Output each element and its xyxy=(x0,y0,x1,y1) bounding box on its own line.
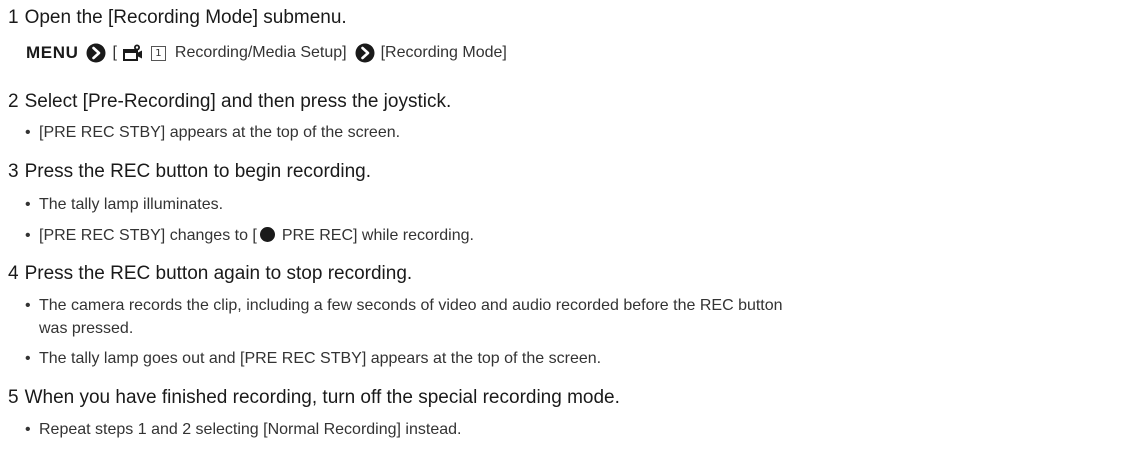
arrow-right-icon xyxy=(86,43,106,63)
bullet-glyph: • xyxy=(25,227,31,244)
bullet-glyph: • xyxy=(25,297,31,314)
bullet-glyph: • xyxy=(25,421,31,438)
arrow-right-icon xyxy=(355,43,375,63)
bullet-glyph: • xyxy=(25,124,31,141)
step-number: 3 xyxy=(8,161,19,182)
list-item: • Repeat steps 1 and 2 selecting [Normal … xyxy=(25,418,461,441)
step-2: 2 Select [Pre-Recording] and then press t… xyxy=(8,90,451,114)
tab-number-box: 1 xyxy=(150,45,166,61)
step-text: Select [Pre-Recording] and then press th… xyxy=(24,91,452,112)
menu-item: [Recording Mode] xyxy=(380,44,507,61)
list-item: • The tally lamp goes out and [PRE REC ST… xyxy=(25,347,601,370)
step-1: 1 Open the [Recording Mode] submenu. xyxy=(8,6,347,30)
step-number: 1 xyxy=(8,7,19,28)
step-number: 5 xyxy=(8,387,19,408)
step-3: 3 Press the REC button to begin recording… xyxy=(8,160,371,184)
list-item: • The camera records the clip, including … xyxy=(25,294,783,317)
menu-label: MENU xyxy=(26,43,79,62)
menu-section: Recording/Media Setup] xyxy=(174,44,347,61)
step-5: 5 When you have finished recording, turn … xyxy=(8,386,620,410)
bullet-glyph: • xyxy=(25,196,31,213)
camera-menu-icon xyxy=(122,44,142,61)
menu-path: MENU [ 1 Recording/Media Setup] [Recordi… xyxy=(26,40,507,66)
menu-bracket-open: [ xyxy=(112,44,117,61)
step-4: 4 Press the REC button again to stop reco… xyxy=(8,262,412,286)
step-number: 2 xyxy=(8,91,19,112)
step-text: Press the REC button again to stop recor… xyxy=(24,263,413,284)
list-item: • [PRE REC STBY] changes to [PRE REC] whi… xyxy=(25,224,474,247)
bullet-glyph: • xyxy=(25,350,31,367)
list-item: • The tally lamp illuminates. xyxy=(25,193,223,216)
step-text: When you have finished recording, turn o… xyxy=(24,387,620,408)
recording-dot-icon xyxy=(259,227,275,242)
step-number: 4 xyxy=(8,263,19,284)
list-item-continuation: was pressed. xyxy=(39,320,134,337)
step-text: Press the REC button to begin recording. xyxy=(24,161,371,182)
instruction-page: 1 Open the [Recording Mode] submenu. MENU… xyxy=(0,0,1148,472)
step-text: Open the [Recording Mode] submenu. xyxy=(24,7,347,28)
list-item: • [PRE REC STBY] appears at the top of th… xyxy=(25,121,400,144)
